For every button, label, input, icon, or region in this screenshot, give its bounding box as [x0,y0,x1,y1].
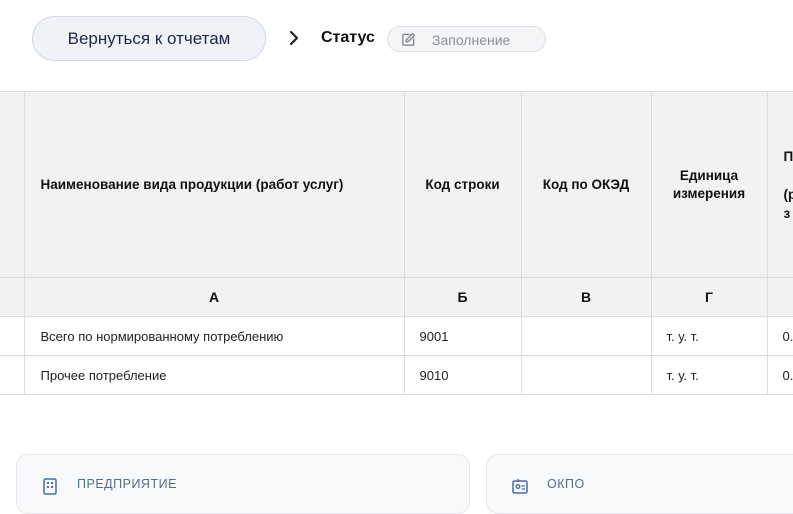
column-letter: Б [404,278,521,317]
column-header-row-code: Код строки [404,92,521,278]
status-label: Статус [321,29,375,47]
back-to-reports-button[interactable]: Вернуться к отчетам [32,16,266,61]
okpo-card: ОКПО [486,454,793,514]
cell-oked-code[interactable] [521,317,651,356]
column-letter [767,278,793,317]
table-row[interactable]: Всего по нормированному потреблению 9001… [0,317,793,356]
enterprise-card: ПРЕДПРИЯТИЕ [16,454,470,514]
cell-row-code[interactable]: 9010 [404,356,521,395]
cell-unit[interactable]: т. у. т. [651,356,767,395]
column-header-unit: Единица измерения [651,92,767,278]
cell-oked-code[interactable] [521,356,651,395]
column-header-name: Наименование вида продукции (работ услуг… [24,92,404,278]
cell-row-code[interactable]: 9001 [404,317,521,356]
row-selector-header [0,92,24,278]
cell-next[interactable]: 0. [767,317,793,356]
column-header-next-line: з [784,204,793,223]
column-header-next-line: П [784,147,793,166]
column-header-next: П (р з [767,92,793,278]
table-letter-row: А Б В Г [0,278,793,317]
column-letter: В [521,278,651,317]
pencil-icon [401,32,416,47]
row-selector-letter [0,278,24,317]
table-row[interactable]: Прочее потребление 9010 т. у. т. 0. [0,356,793,395]
top-bar: Вернуться к отчетам Статус Заполнение [0,0,793,78]
row-selector-cell[interactable] [0,317,24,356]
column-header-next-line: (р [784,185,793,204]
chevron-right-icon [287,28,301,48]
status-value: Заполнение [432,32,510,48]
column-letter: А [24,278,404,317]
report-table: Наименование вида продукции (работ услуг… [0,91,793,395]
column-header-oked-code: Код по ОКЭД [521,92,651,278]
table-header-row: Наименование вида продукции (работ услуг… [0,92,793,278]
column-letter: Г [651,278,767,317]
status-badge: Заполнение [387,26,546,52]
cell-name[interactable]: Всего по нормированному потреблению [24,317,404,356]
id-card-icon [511,477,529,495]
cell-unit[interactable]: т. у. т. [651,317,767,356]
building-icon [41,477,59,495]
cell-next[interactable]: 0. [767,356,793,395]
row-selector-cell[interactable] [0,356,24,395]
cell-name[interactable]: Прочее потребление [24,356,404,395]
